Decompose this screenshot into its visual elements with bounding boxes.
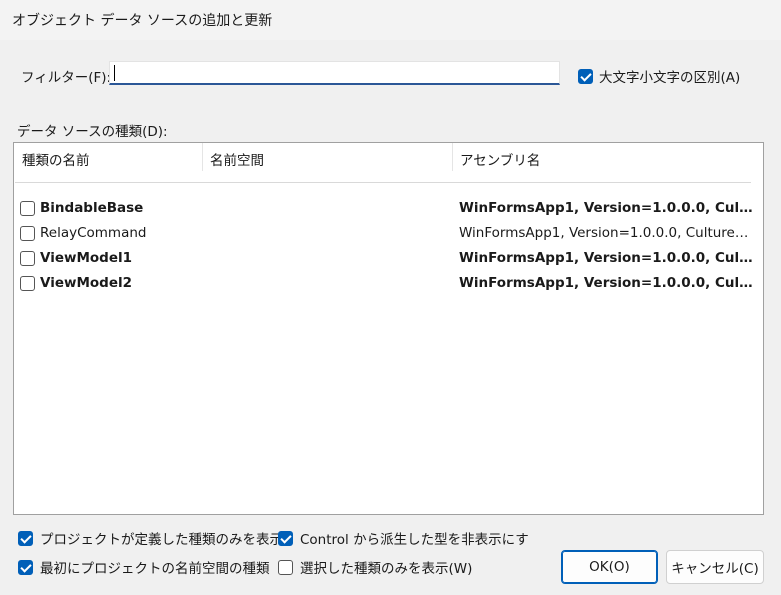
- checkbox-checked-icon: [18, 530, 33, 546]
- text-caret: [114, 65, 115, 81]
- cancel-button[interactable]: キャンセル(C): [666, 550, 764, 584]
- selected-only-checkbox[interactable]: 選択した種類のみを表示(W): [278, 557, 472, 577]
- types-listview[interactable]: 種類の名前 名前空間 アセンブリ名 BindableBase WinFormsA…: [13, 142, 764, 515]
- row-checkbox[interactable]: [20, 201, 35, 216]
- type-name: ViewModel1: [40, 250, 133, 266]
- type-name: ViewModel2: [40, 275, 133, 291]
- type-name: RelayCommand: [40, 225, 147, 241]
- row-checkbox[interactable]: [20, 226, 35, 241]
- namespace-first-checkbox[interactable]: 最初にプロジェクトの名前空間の種類: [18, 557, 270, 577]
- checkbox-checked-icon: [18, 559, 33, 575]
- row-checkbox[interactable]: [20, 276, 35, 291]
- checkbox-unchecked-icon: [278, 559, 293, 575]
- list-item[interactable]: RelayCommand WinFormsApp1, Version=1.0.0…: [20, 223, 755, 245]
- column-divider[interactable]: [452, 143, 453, 171]
- list-item[interactable]: ViewModel1 WinFormsApp1, Version=1.0.0.0…: [20, 248, 755, 270]
- assembly-name: WinFormsApp1, Version=1.0.0.0, Culture=n…: [459, 250, 755, 266]
- filter-input[interactable]: [109, 61, 560, 85]
- data-source-types-label: データ ソースの種類(D):: [17, 124, 168, 140]
- list-item[interactable]: ViewModel2 WinFormsApp1, Version=1.0.0.0…: [20, 273, 755, 295]
- column-header-assembly[interactable]: アセンブリ名: [460, 149, 540, 169]
- assembly-name: WinFormsApp1, Version=1.0.0.0, Culture=n…: [459, 225, 755, 241]
- namespace-first-label: 最初にプロジェクトの名前空間の種類: [40, 561, 270, 577]
- case-sensitive-label: 大文字小文字の区別(A): [599, 70, 741, 86]
- assembly-name: WinFormsApp1, Version=1.0.0.0, Culture=n…: [459, 200, 755, 216]
- row-checkbox[interactable]: [20, 251, 35, 266]
- filter-label: フィルター(F):: [21, 70, 112, 86]
- assembly-name: WinFormsApp1, Version=1.0.0.0, Culture=n…: [459, 275, 755, 291]
- hide-control-derived-label: Control から派生した型を非表示にす: [300, 532, 529, 548]
- list-item[interactable]: BindableBase WinFormsApp1, Version=1.0.0…: [20, 198, 755, 220]
- type-name: BindableBase: [40, 200, 144, 216]
- case-sensitive-checkbox[interactable]: 大文字小文字の区別(A): [578, 66, 740, 86]
- checkbox-checked-icon: [578, 68, 593, 84]
- header-underline: [15, 182, 751, 183]
- ok-button[interactable]: OK(O): [561, 550, 658, 584]
- checkbox-checked-icon: [278, 530, 293, 546]
- selected-only-label: 選択した種類のみを表示(W): [300, 561, 473, 577]
- column-header-type-name[interactable]: 種類の名前: [22, 149, 90, 169]
- column-divider[interactable]: [202, 143, 203, 171]
- column-header-namespace[interactable]: 名前空間: [210, 149, 264, 169]
- window-title: オブジェクト データ ソースの追加と更新: [12, 13, 273, 29]
- project-defined-only-checkbox[interactable]: プロジェクトが定義した種類のみを表示: [18, 528, 283, 548]
- hide-control-derived-checkbox[interactable]: Control から派生した型を非表示にす: [278, 528, 529, 548]
- project-defined-only-label: プロジェクトが定義した種類のみを表示: [40, 532, 283, 548]
